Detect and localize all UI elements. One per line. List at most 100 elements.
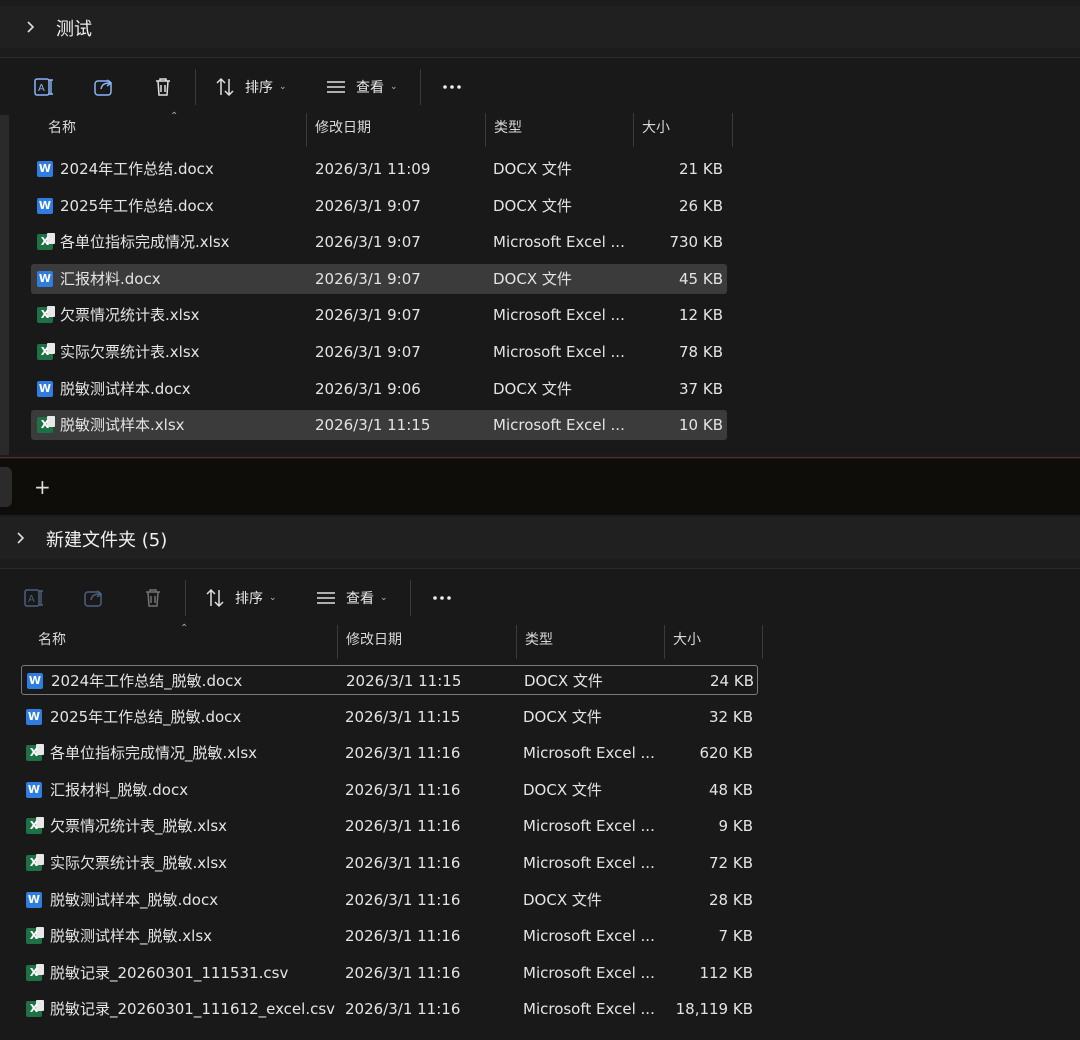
more-options-button[interactable] (430, 586, 454, 610)
chevron-down-icon: ⌄ (380, 593, 388, 603)
tab-strip: + (0, 459, 1080, 515)
file-row[interactable]: W 汇报材料_脱敏.docx 2026/3/1 11:16 DOCX 文件 48 KB (21, 775, 758, 805)
tab[interactable] (0, 467, 12, 507)
chevron-down-icon: ⌄ (279, 82, 287, 92)
file-row[interactable]: X 各单位指标完成情况_脱敏.xlsx 2026/3/1 11:16 Microsof… (21, 738, 758, 768)
file-row[interactable]: X 脱敏测试样本.xlsx 2026/3/1 11:15 Microsoft Exce… (31, 410, 727, 441)
file-size: 730 KB (669, 233, 723, 252)
file-row[interactable]: X 各单位指标完成情况.xlsx 2026/3/1 9:07 Microsoft Ex… (31, 227, 727, 257)
chevron-down-icon: ⌄ (390, 82, 398, 92)
file-type: DOCX 文件 (524, 672, 603, 690)
word-file-icon: W (37, 197, 53, 214)
file-row[interactable]: X 实际欠票统计表_脱敏.xlsx 2026/3/1 11:16 Microsoft … (21, 848, 758, 878)
file-type: Microsoft Excel ... (523, 854, 655, 872)
file-name: 实际欠票统计表.xlsx (60, 343, 200, 361)
toolbar-separator (185, 580, 186, 616)
breadcrumb-folder[interactable]: 新建文件夹 (5) (46, 526, 167, 552)
column-header-size[interactable]: 大小 (665, 625, 762, 659)
chevron-right-icon[interactable] (13, 531, 27, 545)
file-date: 2026/3/1 9:06 (315, 379, 421, 398)
nav-pane-edge[interactable] (0, 115, 9, 455)
view-label: 查看 (346, 591, 374, 607)
file-date: 2026/3/1 11:16 (345, 1000, 461, 1019)
file-row[interactable]: X 脱敏记录_20260301_111612_excel.csv 2026/3/1 … (21, 994, 758, 1024)
file-row[interactable]: X 脱敏测试样本_脱敏.xlsx 2026/3/1 11:16 Microsoft E… (21, 921, 758, 951)
sort-ascending-icon: ⌃ (170, 111, 179, 122)
file-date: 2026/3/1 11:16 (345, 780, 461, 799)
file-icon-letter: X (29, 965, 39, 979)
file-type: Microsoft Excel ... (493, 416, 625, 435)
word-file-icon: W (37, 161, 53, 177)
view-button[interactable]: 查看 ⌄ (324, 75, 398, 99)
file-row[interactable]: W 脱敏测试样本.docx 2026/3/1 9:06 DOCX 文件 37 KB (31, 374, 727, 404)
file-name: 脱敏测试样本_脱敏.docx (50, 890, 219, 909)
file-type: Microsoft Excel ... (523, 927, 655, 946)
more-icon (433, 596, 451, 600)
column-header-size[interactable]: 大小 (634, 113, 732, 147)
excel-file-icon: X (26, 963, 44, 981)
file-row[interactable]: W 汇报材料.docx 2026/3/1 9:07 DOCX 文件 45 KB (31, 263, 727, 294)
column-header-type[interactable]: 类型 (517, 625, 664, 659)
share-button[interactable] (92, 75, 116, 99)
file-row[interactable]: X 实际欠票统计表.xlsx 2026/3/1 9:07 Microsoft Exce… (31, 337, 727, 367)
sort-icon (206, 588, 224, 608)
rename-button[interactable]: A (22, 586, 46, 610)
column-header-date[interactable]: 修改日期 (338, 625, 516, 659)
file-type: Microsoft Excel ... (493, 233, 625, 252)
file-row[interactable]: W 2025年工作总结_脱敏.docx 2026/3/1 11:15 DOCX 文件 3… (21, 702, 758, 732)
file-row[interactable]: X 脱敏记录_20260301_111531.csv 2026/3/1 11:16 M… (21, 958, 758, 988)
file-name: 各单位指标完成情况.xlsx (60, 233, 230, 252)
file-size: 32 KB (709, 707, 753, 726)
file-row[interactable]: X 欠票情况统计表.xlsx 2026/3/1 9:07 Microsoft Exce… (31, 300, 727, 330)
file-row[interactable]: W 脱敏测试样本_脱敏.docx 2026/3/1 11:16 DOCX 文件 28 K… (21, 885, 758, 915)
column-header-date[interactable]: 修改日期 (307, 113, 485, 147)
file-date: 2026/3/1 11:16 (345, 854, 461, 872)
file-date: 2026/3/1 11:16 (345, 817, 461, 836)
chevron-right-icon[interactable] (23, 20, 37, 34)
file-icon-letter: X (29, 929, 39, 943)
file-type: Microsoft Excel ... (493, 343, 625, 361)
file-row[interactable]: W 2024年工作总结.docx 2026/3/1 11:09 DOCX 文件 21 K… (31, 154, 727, 184)
trash-icon (156, 78, 170, 96)
file-type: DOCX 文件 (493, 269, 572, 288)
file-date: 2026/3/1 9:07 (315, 306, 421, 325)
file-name: 2024年工作总结.docx (60, 160, 214, 178)
file-row[interactable]: X 欠票情况统计表_脱敏.xlsx 2026/3/1 11:16 Microsoft … (21, 811, 758, 841)
column-divider[interactable] (762, 625, 763, 659)
column-header-row: 名称 ⌃ 修改日期 类型 大小 (30, 623, 770, 659)
file-row[interactable]: W 2025年工作总结.docx 2026/3/1 9:07 DOCX 文件 26 KB (31, 191, 727, 221)
file-icon-letter: X (29, 856, 39, 869)
file-size: 12 KB (679, 306, 723, 325)
file-date: 2026/3/1 11:15 (346, 672, 462, 690)
delete-button[interactable] (141, 586, 165, 610)
share-button[interactable] (82, 586, 106, 610)
more-icon (443, 85, 461, 89)
file-date: 2026/3/1 9:07 (315, 233, 421, 252)
file-type: Microsoft Excel ... (523, 1000, 655, 1019)
file-row[interactable]: W 2024年工作总结_脱敏.docx 2026/3/1 11:15 DOCX 文件 2… (21, 665, 758, 695)
more-options-button[interactable] (440, 75, 464, 99)
file-name: 脱敏测试样本.docx (60, 379, 191, 398)
column-header-type[interactable]: 类型 (486, 113, 633, 147)
breadcrumb-folder[interactable]: 测试 (56, 15, 92, 41)
sort-button[interactable]: 排序 ⌄ (203, 586, 277, 610)
rename-button[interactable]: A (32, 75, 56, 99)
file-size: 112 KB (699, 963, 753, 982)
excel-file-icon: X (37, 343, 55, 360)
word-file-icon: W (26, 708, 42, 725)
new-tab-button[interactable]: + (34, 475, 51, 499)
file-type: DOCX 文件 (493, 196, 572, 215)
view-button[interactable]: 查看 ⌄ (314, 586, 388, 610)
file-icon-letter: W (38, 271, 52, 285)
file-size: 78 KB (679, 343, 723, 361)
excel-file-icon: X (37, 416, 55, 434)
column-divider[interactable] (732, 113, 733, 147)
delete-button[interactable] (151, 75, 175, 99)
command-bar: A 排序 ⌄ 查看 ⌄ (0, 568, 1080, 627)
sort-button[interactable]: 排序 ⌄ (213, 75, 287, 99)
file-type: Microsoft Excel ... (493, 306, 625, 325)
trash-icon (146, 589, 160, 607)
file-icon-letter: W (38, 198, 52, 212)
file-date: 2026/3/1 11:16 (345, 963, 461, 982)
file-size: 21 KB (679, 160, 723, 178)
